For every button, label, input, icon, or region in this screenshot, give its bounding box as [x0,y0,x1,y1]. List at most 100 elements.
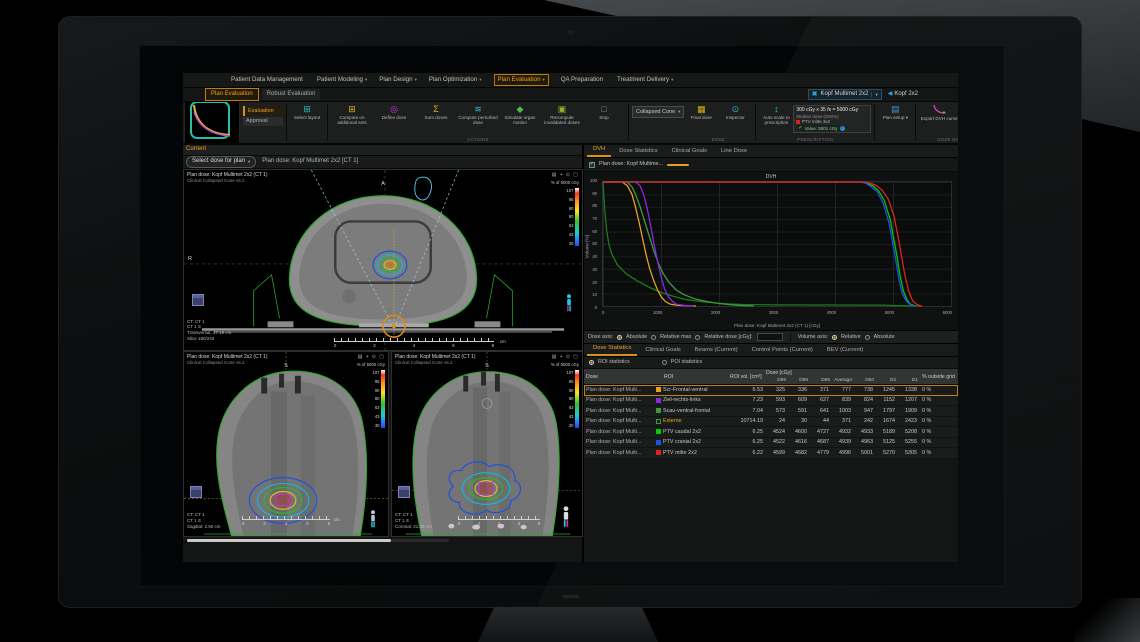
select-layout-button[interactable]: ⊞ Select layout [290,102,324,143]
scrollbar-thumb[interactable] [187,539,391,542]
dvh-axis-controls: Dose axis: Absolute Relative max Relativ… [584,330,958,344]
pan-icon[interactable]: + [366,354,369,360]
radio-volume-absolute[interactable] [865,335,870,340]
dose-engine-dropdown[interactable]: Collapsed Cone ▾ [632,106,684,118]
ribbon-group-export: Export DVH curves Export line doses DOSE… [919,102,958,143]
orientation-marker-anterior: A [381,181,385,188]
table-row[interactable]: Plan dose: Kopf Multi... Scau-ventral-fr… [584,406,958,417]
viewport-sagittal[interactable]: Plan dose: Kopf Multimet 2x2 (CT 1) Clin… [183,351,389,537]
tab-dose-statistics-lower[interactable]: Dose Statistics [587,344,637,356]
dvh-y-ticks: 1009080706050403020100 [584,178,599,310]
ribbon-action-button[interactable]: ▣ Recompute invalidated doses [541,102,583,125]
beamset-label[interactable]: ◀ Kopf 2x2 [888,91,918,98]
workflow-subtabs: Evaluation Approval [243,102,283,143]
radio-roi-statistics[interactable] [589,360,594,365]
zoom-icon[interactable]: ⊙ [566,354,570,360]
menu-plan-optimization[interactable]: Plan Optimization▾ [429,76,482,83]
horizontal-scrollbar[interactable] [187,539,449,542]
relative-dose-input[interactable] [757,333,783,341]
table-row[interactable]: Plan dose: Kopf Multi... PTV caudal 2x2 … [584,427,958,438]
table-row[interactable]: Plan dose: Kopf Multi... Ziel-rechts-lin… [584,396,958,407]
info-icon[interactable]: i [840,126,845,131]
ribbon-group-actions: ⊞ Compute on additional sets ◎ Define do… [331,102,625,143]
roi-color-swatch [656,408,661,413]
radio-dose-absolute[interactable] [617,335,622,340]
plan-dropdown[interactable]: ▣ Kopf Multimet 2x2 ▾ [808,89,882,100]
ribbon-action-button[interactable]: ◎ Define dose [373,102,415,120]
radio-dose-relative-dose[interactable] [695,335,700,340]
menu-qa-preparation[interactable]: QA Preparation [561,76,605,83]
export-dvh-curves-button[interactable]: Export DVH curves [919,102,958,121]
fullscreen-icon[interactable]: ▢ [379,354,384,360]
fullscreen-icon[interactable]: ▢ [573,354,578,360]
dvh-chart: Volume [%] 1009080706050403020100 DVH 01… [584,172,958,330]
tab-dvh[interactable]: DVH [587,145,611,157]
zoom-icon[interactable]: ⊙ [372,354,376,360]
ribbon-separator [755,104,756,141]
3d-orientation-cube-icon[interactable] [398,486,410,498]
menu-plan-design[interactable]: Plan Design▾ [379,76,417,83]
scale-ruler [334,338,494,342]
select-dose-dropdown[interactable]: Select dose for plan ▾ [186,156,256,167]
menu-plan-evaluation[interactable]: Plan Evaluation▾ [494,74,549,85]
dose-colorbar: 107959080634330 [373,370,386,428]
3d-orientation-cube-icon[interactable] [190,486,202,498]
beamset-icon: ◀ [888,91,893,98]
action-icon: Σ [433,104,439,114]
ribbon-action-button[interactable]: ◆ Simulate organ motion [499,102,541,125]
tab-control-points-current[interactable]: Control Points (Current) [746,346,819,356]
tab-clinical-goals[interactable]: Clinical Goals [666,147,713,157]
table-row[interactable]: Plan dose: Kopf Multi... Scr-Frontal-ven… [584,385,958,396]
snapshot-icon[interactable]: ▤ [552,354,557,360]
ribbon-toolbar: Evaluation Approval ⊞ Select layout ⊞ Co… [183,102,958,145]
menu-treatment-delivery[interactable]: Treatment Delivery▾ [617,76,673,83]
ribbon-action-button[interactable]: ≋ Compute perturbed dose [457,102,499,125]
tab-plan-evaluation[interactable]: Plan Evaluation [205,88,259,100]
pan-icon[interactable]: + [560,172,563,178]
table-row[interactable]: Plan dose: Kopf Multi... PTV mitte 2x2 6… [584,448,958,459]
dvh-legend-checkbox[interactable]: ✓ [589,162,595,168]
radio-poi-statistics[interactable] [662,360,667,365]
dvh-legend: ✓ Plan dose: Kopf Multime... [584,158,958,172]
subtab-evaluation[interactable]: Evaluation [243,106,283,116]
tab-beams-current[interactable]: Beams (Current) [689,346,744,356]
ribbon-action-button[interactable]: ⊞ Compute on additional sets [331,102,373,125]
fullscreen-icon[interactable]: ▢ [573,172,578,178]
menu-patient-data-management[interactable]: Patient Data Management [231,76,305,83]
viewport-coronal[interactable]: Plan dose: Kopf Multimet 2x2 (CT 1) Clin… [391,351,583,537]
volume-axis-label: Volume axis: [798,334,829,340]
tab-robust-evaluation[interactable]: Robust Evaluation [261,88,322,100]
subtab-approval[interactable]: Approval [243,117,283,127]
tab-dose-statistics[interactable]: Dose Statistics [613,147,663,157]
ribbon-action-button[interactable]: □ Stop [583,102,625,120]
ribbon-dose-button[interactable]: ⊙ Inspector [718,102,752,120]
app-window: Patient Data Management Patient Modeling… [183,73,958,562]
tab-clinical-goals-lower[interactable]: Clinical Goals [639,346,686,356]
pan-icon[interactable]: + [560,354,563,360]
ribbon-dose-button[interactable]: ▦ Final dose [684,102,718,120]
table-header: Dose ROI ROI vol. [cm³] Dose [cGy] % out… [584,369,958,385]
group-label-actions: ACTIONS [331,137,625,143]
menu-patient-modeling[interactable]: Patient Modeling▾ [317,76,367,83]
radio-dose-relative-max[interactable] [651,335,656,340]
auto-scale-button[interactable]: ↕ Auto scale to prescription [759,102,793,125]
zoom-icon[interactable]: ⊙ [566,172,570,178]
tab-bev-current[interactable]: BEV (Current) [821,346,869,356]
layout-grid-icon: ⊞ [303,104,311,114]
prescription-summary: 300 cGy x 35 fx = 5000 cGy Median dose (… [793,105,871,133]
snapshot-icon[interactable]: ▤ [358,354,363,360]
slice-info: CT: CT 1 CT 1 S Sagittal: 2.90 cm [187,512,221,530]
tab-line-dose[interactable]: Line Dose [715,147,753,157]
snapshot-icon[interactable]: ▤ [552,172,557,178]
viewport-transversal[interactable]: Plan dose: Kopf Multimet 2x2 (CT 1) Clin… [183,169,583,351]
main-menubar: Patient Data Management Patient Modeling… [183,73,958,88]
viewport-toolbar: ▤ + ⊙ ▢ [552,172,578,178]
roi-color-swatch [796,120,800,124]
ribbon-group-dose: ▦ Final dose ⊙ Inspector DOSE [684,102,752,143]
radio-volume-relative[interactable] [832,335,837,340]
table-row[interactable]: Plan dose: Kopf Multi... PTV cranial 2x2… [584,438,958,449]
plan-setup-button[interactable]: ▤ Plan setup ▾ [878,102,912,143]
ribbon-action-button[interactable]: Σ Sum doses [415,102,457,120]
table-row[interactable]: Plan dose: Kopf Multi... Externe 10714.1… [584,417,958,428]
3d-orientation-cube-icon[interactable] [192,294,204,306]
